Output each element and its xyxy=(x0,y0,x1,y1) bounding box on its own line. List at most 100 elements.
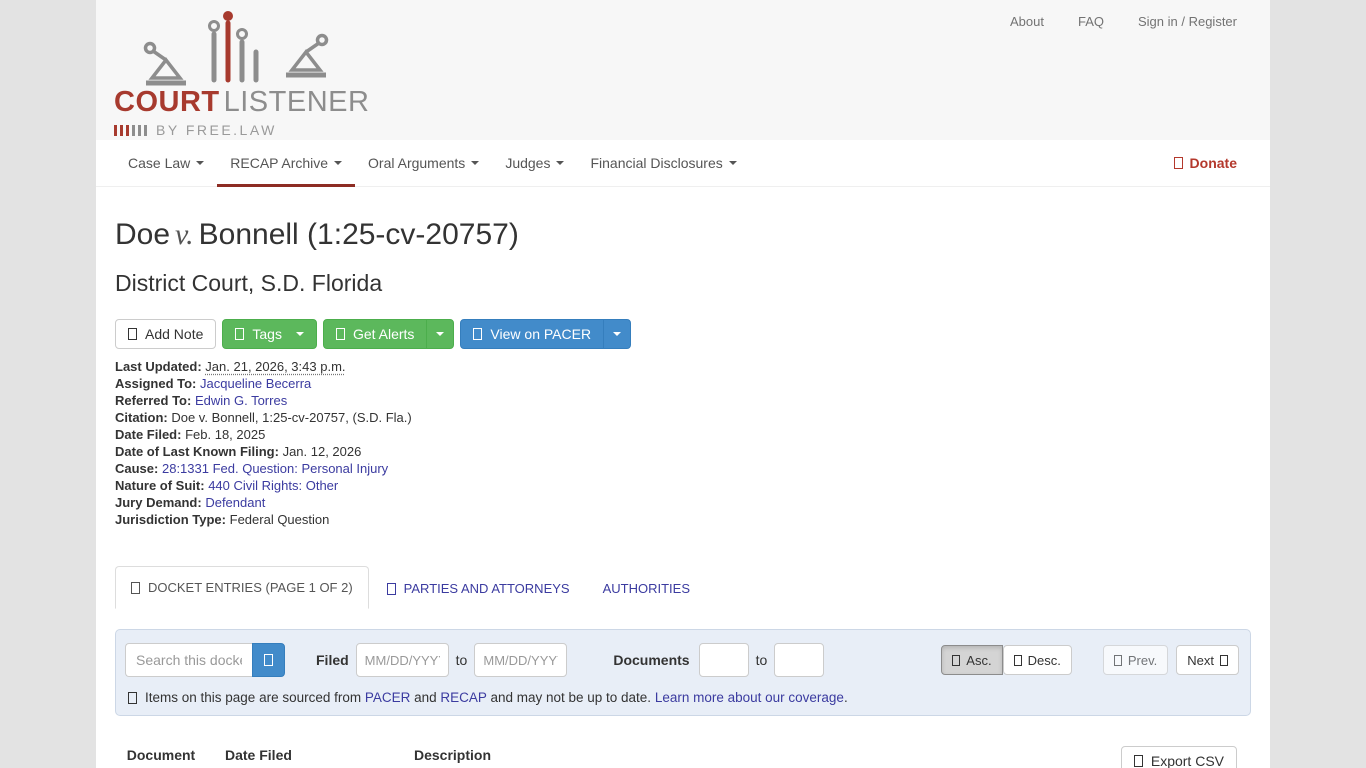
meta-row-citation: Citation: Doe v. Bonnell, 1:25-cv-20757,… xyxy=(115,409,1251,426)
column-header-description: Description xyxy=(414,747,492,763)
notice-prefix: Items on this page are sourced from xyxy=(145,690,365,705)
documents-label: Documents xyxy=(613,652,690,668)
header-link-sign-in-register[interactable]: Sign in / Register xyxy=(1138,14,1237,29)
list-icon xyxy=(131,581,140,594)
get-alerts-label: Get Alerts xyxy=(352,326,415,342)
nav-item-recap-archive[interactable]: RECAP Archive xyxy=(217,140,355,187)
donate-label: Donate xyxy=(1189,155,1237,171)
filed-to-date-input[interactable] xyxy=(474,643,568,677)
add-note-button[interactable]: Add Note xyxy=(115,319,217,349)
sort-order-toggle: Asc. Desc. xyxy=(941,645,1072,675)
nav-item-label: RECAP Archive xyxy=(230,155,329,171)
versus-text: v. xyxy=(175,218,194,251)
last-updated-value: Jan. 21, 2026, 3:43 p.m. xyxy=(205,359,346,374)
docket-table-header: Document Number Date Filed Description E… xyxy=(115,746,1251,768)
plaintiff-name: Doe xyxy=(115,218,171,251)
scales-of-justice-icon xyxy=(143,11,329,86)
arrow-left-icon xyxy=(1113,654,1122,666)
notice-conjunction: and xyxy=(410,690,441,705)
defendant-and-docket-number: Bonnell (1:25-cv-20757) xyxy=(198,218,519,251)
search-input[interactable] xyxy=(125,643,252,677)
nav-item-financial-disclosures[interactable]: Financial Disclosures xyxy=(577,140,749,186)
meta-row-referred-to: Referred To: Edwin G. Torres xyxy=(115,392,1251,409)
meta-label: Date Filed: xyxy=(115,427,182,442)
document-number-from-input[interactable] xyxy=(698,643,749,677)
get-alerts-button[interactable]: Get Alerts xyxy=(322,319,428,349)
view-on-pacer-button[interactable]: View on PACER xyxy=(460,319,605,349)
nav-item-oral-arguments[interactable]: Oral Arguments xyxy=(355,140,492,186)
chevron-down-icon xyxy=(436,332,445,336)
arrow-right-icon xyxy=(1220,654,1228,666)
assigned-judge-link[interactable]: Jacqueline Becerra xyxy=(200,376,311,391)
header-links: About FAQ Sign in / Register xyxy=(1010,14,1237,29)
view-on-pacer-dropdown-toggle[interactable] xyxy=(603,319,632,349)
header-link-about[interactable]: About xyxy=(1010,14,1044,29)
tags-icon xyxy=(235,328,245,340)
meta-label: Assigned To: xyxy=(115,376,197,391)
donate-button[interactable]: Donate xyxy=(1173,140,1237,186)
logo-wordmark: COURT LISTENER xyxy=(114,88,369,117)
chevron-down-icon xyxy=(334,161,343,165)
docket-metadata: Last Updated: Jan. 21, 2026, 3:43 p.m. A… xyxy=(115,358,1251,528)
jury-demand-link[interactable]: Defendant xyxy=(205,495,265,510)
logo-subtitle: BY FREE.LAW xyxy=(156,122,277,138)
notice-suffix: . xyxy=(843,690,848,705)
tab-label: PARTIES AND ATTORNEYS xyxy=(403,581,570,596)
next-page-button[interactable]: Next xyxy=(1176,645,1239,675)
meta-label: Nature of Suit: xyxy=(115,478,205,493)
nav-item-judges[interactable]: Judges xyxy=(492,140,577,186)
cause-link[interactable]: 28:1331 Fed. Question: Personal Injury xyxy=(162,461,388,476)
export-csv-button[interactable]: Export CSV xyxy=(1120,746,1237,768)
notice-text: Items on this page are sourced from PACE… xyxy=(145,690,848,705)
header-link-faq[interactable]: FAQ xyxy=(1078,14,1104,29)
meta-row-assigned-to: Assigned To: Jacqueline Becerra xyxy=(115,375,1251,392)
docket-filter-panel: Filed to Documents to Asc. Desc. xyxy=(115,629,1251,716)
coverage-link[interactable]: Learn more about our coverage xyxy=(655,690,844,705)
filed-from-date-input[interactable] xyxy=(355,643,449,677)
bell-icon xyxy=(335,328,345,340)
tab-parties-and-attorneys[interactable]: PARTIES AND ATTORNEYS xyxy=(372,568,585,609)
meta-row-date-filed: Date Filed: Feb. 18, 2025 xyxy=(115,426,1251,443)
note-icon xyxy=(128,328,137,340)
get-alerts-dropdown-toggle[interactable] xyxy=(426,319,455,349)
filed-label: Filed xyxy=(316,652,349,668)
nav-item-case-law[interactable]: Case Law xyxy=(115,140,217,186)
desc-label: Desc. xyxy=(1027,652,1061,668)
tab-docket-entries[interactable]: DOCKET ENTRIES (PAGE 1 OF 2) xyxy=(115,566,369,609)
prev-page-button[interactable]: Prev. xyxy=(1102,645,1169,675)
court-name: District Court, S.D. Florida xyxy=(115,270,383,296)
users-icon xyxy=(386,582,396,595)
next-label: Next xyxy=(1187,652,1214,668)
document-number-to-input[interactable] xyxy=(774,643,825,677)
equalizer-bars-icon xyxy=(114,124,147,136)
column-header-document-number: Document Number xyxy=(126,747,196,768)
asc-label: Asc. xyxy=(966,652,992,668)
meta-label: Citation: xyxy=(115,410,168,425)
nature-of-suit-link[interactable]: 440 Civil Rights: Other xyxy=(208,478,338,493)
nav-item-label: Financial Disclosures xyxy=(590,155,723,171)
column-header-date-filed: Date Filed xyxy=(225,747,292,763)
page-title: Doe v. Bonnell (1:25-cv-20757) xyxy=(115,218,1251,252)
logo-court-text: COURT xyxy=(114,86,220,118)
add-note-label: Add Note xyxy=(145,326,204,342)
tab-authorities[interactable]: AUTHORITIES xyxy=(588,568,705,609)
citation-value: Doe v. Bonnell, 1:25-cv-20757, (S.D. Fla… xyxy=(171,410,412,425)
pacer-link[interactable]: PACER xyxy=(365,690,411,705)
export-csv-label: Export CSV xyxy=(1150,753,1224,768)
referred-judge-link[interactable]: Edwin G. Torres xyxy=(195,393,287,408)
recap-link[interactable]: RECAP xyxy=(440,690,486,705)
meta-label: Last Updated: xyxy=(115,359,202,374)
sort-descending-button[interactable]: Desc. xyxy=(1002,645,1072,675)
chevron-down-icon xyxy=(295,332,304,336)
tags-label: Tags xyxy=(252,326,282,342)
sort-desc-icon xyxy=(1013,654,1022,666)
sort-ascending-button[interactable]: Asc. xyxy=(941,645,1003,675)
tags-button[interactable]: Tags xyxy=(222,319,317,349)
meta-label: Date of Last Known Filing: xyxy=(115,444,279,459)
date-filed-value: Feb. 18, 2025 xyxy=(185,427,266,442)
chevron-down-icon xyxy=(471,161,480,165)
filter-controls-row: Filed to Documents to Asc. Desc. xyxy=(125,643,1241,677)
courtlistener-logo[interactable]: COURT LISTENER BY FREE.LAW xyxy=(114,10,369,138)
search-button[interactable] xyxy=(252,643,285,677)
chevron-down-icon xyxy=(728,161,737,165)
